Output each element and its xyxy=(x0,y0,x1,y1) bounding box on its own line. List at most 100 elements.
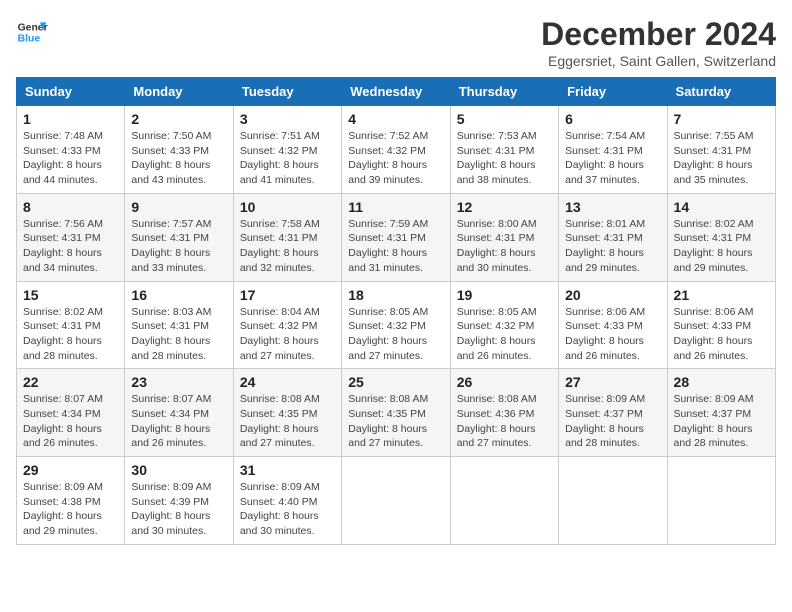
day-number: 27 xyxy=(565,374,660,390)
calendar-cell: 18 Sunrise: 8:05 AM Sunset: 4:32 PM Dayl… xyxy=(342,281,450,369)
calendar-cell: 28 Sunrise: 8:09 AM Sunset: 4:37 PM Dayl… xyxy=(667,369,775,457)
day-info: Sunrise: 8:05 AM Sunset: 4:32 PM Dayligh… xyxy=(348,305,443,364)
day-number: 17 xyxy=(240,287,335,303)
day-info: Sunrise: 8:09 AM Sunset: 4:38 PM Dayligh… xyxy=(23,480,118,539)
calendar-cell: 23 Sunrise: 8:07 AM Sunset: 4:34 PM Dayl… xyxy=(125,369,233,457)
day-info: Sunrise: 7:51 AM Sunset: 4:32 PM Dayligh… xyxy=(240,129,335,188)
weekday-header-saturday: Saturday xyxy=(667,78,775,106)
day-number: 9 xyxy=(131,199,226,215)
weekday-header-row: SundayMondayTuesdayWednesdayThursdayFrid… xyxy=(17,78,776,106)
day-number: 30 xyxy=(131,462,226,478)
day-info: Sunrise: 8:09 AM Sunset: 4:37 PM Dayligh… xyxy=(565,392,660,451)
day-number: 8 xyxy=(23,199,118,215)
calendar-week-row: 29 Sunrise: 8:09 AM Sunset: 4:38 PM Dayl… xyxy=(17,457,776,545)
calendar-cell: 1 Sunrise: 7:48 AM Sunset: 4:33 PM Dayli… xyxy=(17,106,125,194)
calendar-cell xyxy=(559,457,667,545)
calendar-cell: 21 Sunrise: 8:06 AM Sunset: 4:33 PM Dayl… xyxy=(667,281,775,369)
day-info: Sunrise: 8:08 AM Sunset: 4:35 PM Dayligh… xyxy=(348,392,443,451)
month-title: December 2024 xyxy=(541,16,776,53)
location-subtitle: Eggersriet, Saint Gallen, Switzerland xyxy=(541,53,776,69)
calendar-cell: 29 Sunrise: 8:09 AM Sunset: 4:38 PM Dayl… xyxy=(17,457,125,545)
day-number: 29 xyxy=(23,462,118,478)
day-number: 5 xyxy=(457,111,552,127)
day-info: Sunrise: 7:50 AM Sunset: 4:33 PM Dayligh… xyxy=(131,129,226,188)
calendar-cell: 3 Sunrise: 7:51 AM Sunset: 4:32 PM Dayli… xyxy=(233,106,341,194)
calendar-cell: 13 Sunrise: 8:01 AM Sunset: 4:31 PM Dayl… xyxy=(559,193,667,281)
title-block: December 2024 Eggersriet, Saint Gallen, … xyxy=(541,16,776,69)
day-info: Sunrise: 8:04 AM Sunset: 4:32 PM Dayligh… xyxy=(240,305,335,364)
day-number: 16 xyxy=(131,287,226,303)
weekday-header-sunday: Sunday xyxy=(17,78,125,106)
day-number: 24 xyxy=(240,374,335,390)
day-number: 4 xyxy=(348,111,443,127)
day-info: Sunrise: 7:58 AM Sunset: 4:31 PM Dayligh… xyxy=(240,217,335,276)
logo: General Blue xyxy=(16,16,48,48)
calendar-cell: 17 Sunrise: 8:04 AM Sunset: 4:32 PM Dayl… xyxy=(233,281,341,369)
calendar-cell: 10 Sunrise: 7:58 AM Sunset: 4:31 PM Dayl… xyxy=(233,193,341,281)
day-info: Sunrise: 7:53 AM Sunset: 4:31 PM Dayligh… xyxy=(457,129,552,188)
calendar-week-row: 1 Sunrise: 7:48 AM Sunset: 4:33 PM Dayli… xyxy=(17,106,776,194)
calendar-cell: 4 Sunrise: 7:52 AM Sunset: 4:32 PM Dayli… xyxy=(342,106,450,194)
day-number: 18 xyxy=(348,287,443,303)
calendar-cell: 8 Sunrise: 7:56 AM Sunset: 4:31 PM Dayli… xyxy=(17,193,125,281)
day-info: Sunrise: 8:00 AM Sunset: 4:31 PM Dayligh… xyxy=(457,217,552,276)
day-number: 3 xyxy=(240,111,335,127)
day-number: 10 xyxy=(240,199,335,215)
day-info: Sunrise: 8:09 AM Sunset: 4:40 PM Dayligh… xyxy=(240,480,335,539)
calendar-cell: 26 Sunrise: 8:08 AM Sunset: 4:36 PM Dayl… xyxy=(450,369,558,457)
calendar-cell: 6 Sunrise: 7:54 AM Sunset: 4:31 PM Dayli… xyxy=(559,106,667,194)
calendar-cell: 12 Sunrise: 8:00 AM Sunset: 4:31 PM Dayl… xyxy=(450,193,558,281)
day-info: Sunrise: 7:54 AM Sunset: 4:31 PM Dayligh… xyxy=(565,129,660,188)
calendar-week-row: 22 Sunrise: 8:07 AM Sunset: 4:34 PM Dayl… xyxy=(17,369,776,457)
day-number: 15 xyxy=(23,287,118,303)
day-info: Sunrise: 7:56 AM Sunset: 4:31 PM Dayligh… xyxy=(23,217,118,276)
logo-icon: General Blue xyxy=(16,16,48,48)
weekday-header-tuesday: Tuesday xyxy=(233,78,341,106)
calendar-cell: 16 Sunrise: 8:03 AM Sunset: 4:31 PM Dayl… xyxy=(125,281,233,369)
day-number: 14 xyxy=(674,199,769,215)
page-header: General Blue December 2024 Eggersriet, S… xyxy=(16,16,776,69)
day-info: Sunrise: 7:48 AM Sunset: 4:33 PM Dayligh… xyxy=(23,129,118,188)
calendar-cell: 14 Sunrise: 8:02 AM Sunset: 4:31 PM Dayl… xyxy=(667,193,775,281)
day-info: Sunrise: 8:05 AM Sunset: 4:32 PM Dayligh… xyxy=(457,305,552,364)
calendar-cell: 20 Sunrise: 8:06 AM Sunset: 4:33 PM Dayl… xyxy=(559,281,667,369)
day-info: Sunrise: 7:57 AM Sunset: 4:31 PM Dayligh… xyxy=(131,217,226,276)
day-number: 28 xyxy=(674,374,769,390)
day-number: 1 xyxy=(23,111,118,127)
calendar-cell xyxy=(667,457,775,545)
day-number: 6 xyxy=(565,111,660,127)
day-number: 7 xyxy=(674,111,769,127)
day-number: 22 xyxy=(23,374,118,390)
day-number: 31 xyxy=(240,462,335,478)
day-info: Sunrise: 8:06 AM Sunset: 4:33 PM Dayligh… xyxy=(565,305,660,364)
day-number: 23 xyxy=(131,374,226,390)
calendar-week-row: 15 Sunrise: 8:02 AM Sunset: 4:31 PM Dayl… xyxy=(17,281,776,369)
calendar-cell: 30 Sunrise: 8:09 AM Sunset: 4:39 PM Dayl… xyxy=(125,457,233,545)
day-info: Sunrise: 8:08 AM Sunset: 4:36 PM Dayligh… xyxy=(457,392,552,451)
day-info: Sunrise: 8:02 AM Sunset: 4:31 PM Dayligh… xyxy=(674,217,769,276)
day-info: Sunrise: 8:09 AM Sunset: 4:39 PM Dayligh… xyxy=(131,480,226,539)
calendar-cell: 11 Sunrise: 7:59 AM Sunset: 4:31 PM Dayl… xyxy=(342,193,450,281)
weekday-header-wednesday: Wednesday xyxy=(342,78,450,106)
calendar-cell xyxy=(342,457,450,545)
day-number: 12 xyxy=(457,199,552,215)
calendar-cell: 31 Sunrise: 8:09 AM Sunset: 4:40 PM Dayl… xyxy=(233,457,341,545)
day-number: 13 xyxy=(565,199,660,215)
day-info: Sunrise: 7:59 AM Sunset: 4:31 PM Dayligh… xyxy=(348,217,443,276)
day-info: Sunrise: 8:06 AM Sunset: 4:33 PM Dayligh… xyxy=(674,305,769,364)
calendar-table: SundayMondayTuesdayWednesdayThursdayFrid… xyxy=(16,77,776,545)
calendar-cell: 2 Sunrise: 7:50 AM Sunset: 4:33 PM Dayli… xyxy=(125,106,233,194)
calendar-week-row: 8 Sunrise: 7:56 AM Sunset: 4:31 PM Dayli… xyxy=(17,193,776,281)
day-info: Sunrise: 8:07 AM Sunset: 4:34 PM Dayligh… xyxy=(23,392,118,451)
day-info: Sunrise: 7:55 AM Sunset: 4:31 PM Dayligh… xyxy=(674,129,769,188)
weekday-header-friday: Friday xyxy=(559,78,667,106)
calendar-cell: 25 Sunrise: 8:08 AM Sunset: 4:35 PM Dayl… xyxy=(342,369,450,457)
calendar-cell: 5 Sunrise: 7:53 AM Sunset: 4:31 PM Dayli… xyxy=(450,106,558,194)
calendar-cell: 7 Sunrise: 7:55 AM Sunset: 4:31 PM Dayli… xyxy=(667,106,775,194)
day-info: Sunrise: 8:07 AM Sunset: 4:34 PM Dayligh… xyxy=(131,392,226,451)
calendar-cell: 22 Sunrise: 8:07 AM Sunset: 4:34 PM Dayl… xyxy=(17,369,125,457)
day-number: 25 xyxy=(348,374,443,390)
day-info: Sunrise: 8:01 AM Sunset: 4:31 PM Dayligh… xyxy=(565,217,660,276)
calendar-cell: 9 Sunrise: 7:57 AM Sunset: 4:31 PM Dayli… xyxy=(125,193,233,281)
day-info: Sunrise: 8:09 AM Sunset: 4:37 PM Dayligh… xyxy=(674,392,769,451)
